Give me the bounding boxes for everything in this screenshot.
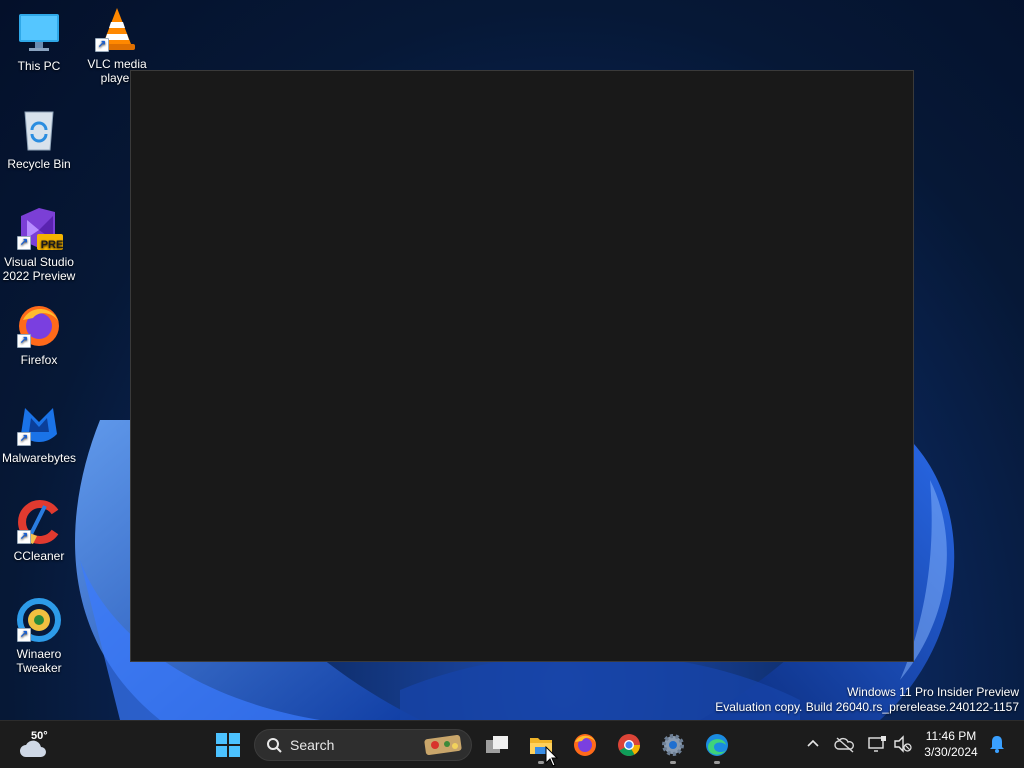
desktop-icon-visual-studio[interactable]: PRE ↗ Visual Studio 2022 Preview bbox=[0, 204, 79, 283]
chevron-up-icon[interactable] bbox=[802, 733, 824, 755]
onedrive-icon[interactable] bbox=[834, 733, 856, 755]
notification-bell-icon[interactable] bbox=[986, 733, 1008, 755]
evaluation-watermark: Windows 11 Pro Insider Preview Evaluatio… bbox=[715, 685, 1019, 715]
vs-preview-badge: PRE bbox=[40, 239, 64, 251]
recycle-bin-icon bbox=[15, 106, 63, 154]
taskbar: 50° Search 11:46 PM 3/30/2024 bbox=[0, 720, 1024, 768]
desktop-icon-firefox[interactable]: ↗ Firefox bbox=[0, 302, 79, 367]
shortcut-arrow-icon: ↗ bbox=[17, 334, 31, 348]
clock-date: 3/30/2024 bbox=[924, 745, 978, 759]
chrome-icon bbox=[618, 734, 640, 756]
taskbar-settings[interactable] bbox=[653, 725, 693, 765]
malwarebytes-icon: ↗ bbox=[15, 400, 63, 448]
search-highlight-art-icon bbox=[424, 734, 462, 756]
mouse-cursor-icon bbox=[545, 746, 559, 767]
shortcut-arrow-icon: ↗ bbox=[17, 628, 31, 642]
shortcut-arrow-icon: ↗ bbox=[17, 432, 31, 446]
desktop-icon-ccleaner[interactable]: ↗ CCleaner bbox=[0, 498, 79, 563]
monitor-icon bbox=[15, 8, 63, 56]
desktop-icon-label: Firefox bbox=[20, 353, 58, 367]
start-button[interactable] bbox=[208, 725, 248, 765]
clock-time: 11:46 PM bbox=[925, 729, 977, 743]
ccleaner-icon: ↗ bbox=[15, 498, 63, 546]
network-icon[interactable] bbox=[866, 733, 888, 755]
winaero-icon: ↗ bbox=[15, 596, 63, 644]
search-label: Search bbox=[290, 737, 335, 753]
task-view-icon bbox=[486, 736, 508, 753]
watermark-build: Evaluation copy. Build 26040.rs_prerelea… bbox=[715, 700, 1019, 714]
desktop-icon-label: This PC bbox=[17, 59, 61, 73]
desktop-icon-recycle-bin[interactable]: Recycle Bin bbox=[0, 106, 79, 171]
blank-app-window[interactable] bbox=[130, 70, 914, 662]
desktop-icon-label: CCleaner bbox=[13, 549, 65, 563]
desktop-icon-label: Visual Studio 2022 Preview bbox=[2, 255, 76, 283]
desktop-icon-winaero-tweaker[interactable]: ↗ Winaero Tweaker bbox=[0, 596, 79, 675]
taskbar-chrome[interactable] bbox=[609, 725, 649, 765]
watermark-edition: Windows 11 Pro Insider Preview bbox=[847, 685, 1019, 699]
windows-logo-icon bbox=[216, 733, 240, 757]
desktop-icon-label: Recycle Bin bbox=[7, 157, 71, 171]
desktop-icon-label: Malwarebytes bbox=[1, 451, 77, 465]
taskbar-clock[interactable]: 11:46 PM 3/30/2024 bbox=[916, 728, 986, 760]
running-indicator bbox=[538, 761, 544, 764]
volume-muted-icon[interactable] bbox=[892, 733, 914, 755]
gear-icon bbox=[662, 734, 684, 756]
desktop-icon-malwarebytes[interactable]: ↗ Malwarebytes bbox=[0, 400, 79, 465]
desktop-icon-label: Winaero Tweaker bbox=[16, 647, 62, 675]
desktop-icon-this-pc[interactable]: This PC bbox=[0, 8, 79, 73]
search-icon bbox=[267, 738, 282, 753]
taskbar-search-box[interactable]: Search bbox=[254, 729, 472, 761]
weather-temperature: 50° bbox=[31, 730, 48, 742]
firefox-icon bbox=[574, 734, 596, 756]
taskbar-firefox[interactable] bbox=[565, 725, 605, 765]
edge-icon bbox=[706, 734, 728, 756]
shortcut-arrow-icon: ↗ bbox=[17, 236, 31, 250]
taskbar-edge[interactable] bbox=[697, 725, 737, 765]
vlc-cone-icon: ↗ bbox=[93, 6, 141, 54]
shortcut-arrow-icon: ↗ bbox=[17, 530, 31, 544]
task-view-button[interactable] bbox=[477, 725, 517, 765]
shortcut-arrow-icon: ↗ bbox=[95, 38, 109, 52]
firefox-icon: ↗ bbox=[15, 302, 63, 350]
running-indicator bbox=[670, 761, 676, 764]
running-indicator bbox=[714, 761, 720, 764]
weather-widget[interactable]: 50° bbox=[14, 727, 62, 763]
visual-studio-icon: PRE ↗ bbox=[15, 204, 63, 252]
